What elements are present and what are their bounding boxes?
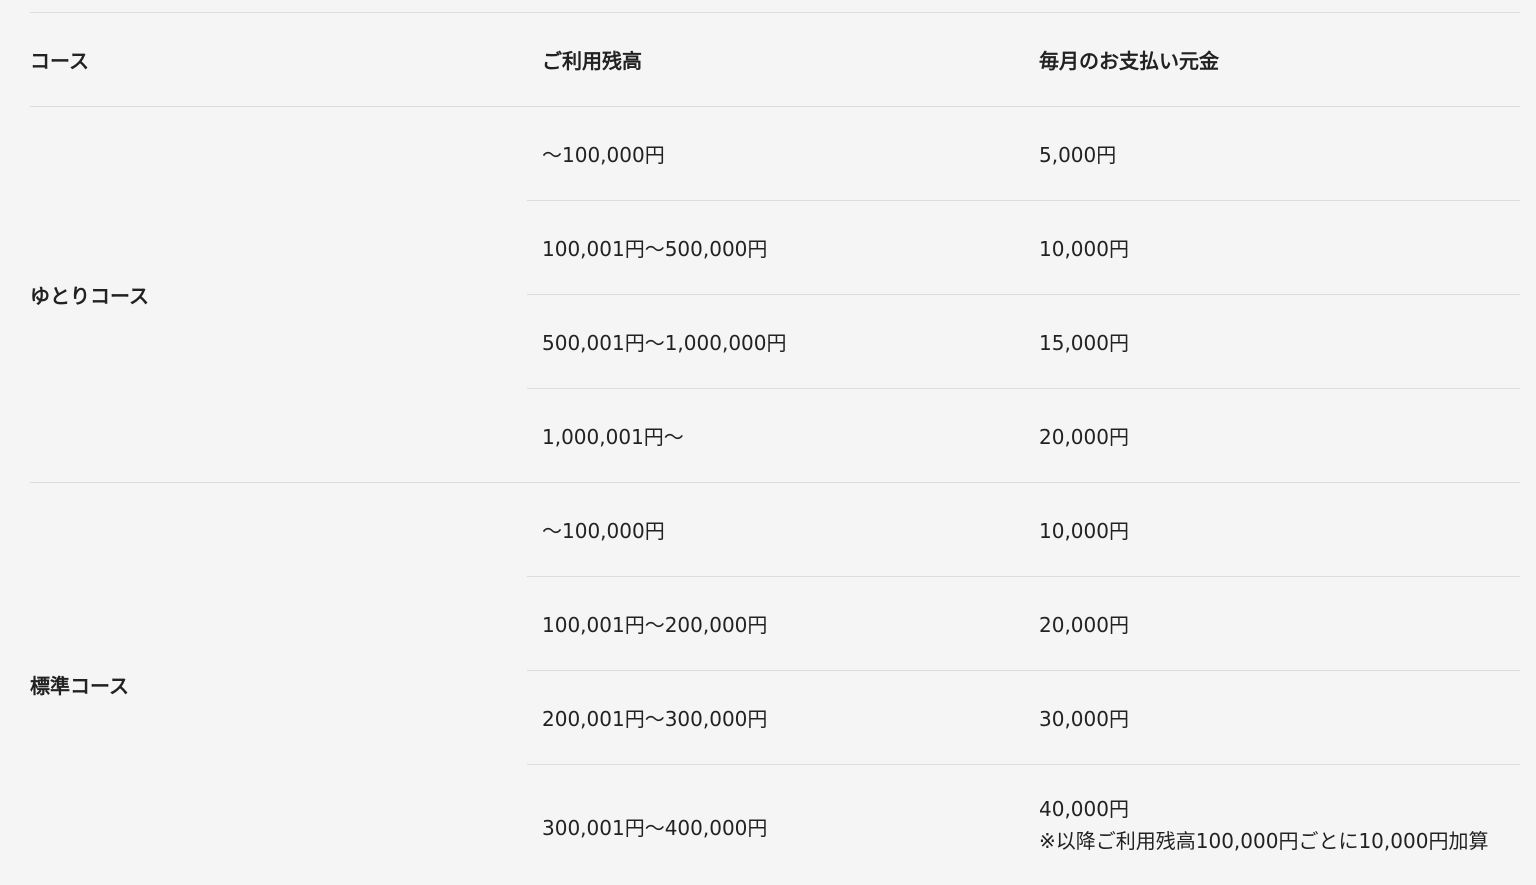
course-name-yutori: ゆとりコース xyxy=(30,107,527,483)
payment-cell: 15,000円 xyxy=(1024,295,1520,389)
table-header-row: コース ご利用残高 毎月のお支払い元金 xyxy=(30,13,1520,107)
balance-cell: 100,001円～200,000円 xyxy=(527,577,1024,671)
header-course: コース xyxy=(30,13,527,107)
payment-cell: 30,000円 xyxy=(1024,671,1520,765)
payment-cell: 40,000円 ※以降ご利用残高100,000円ごとに10,000円加算 xyxy=(1024,765,1520,885)
balance-cell: ～100,000円 xyxy=(527,107,1024,201)
balance-cell: 500,001円～1,000,000円 xyxy=(527,295,1024,389)
payment-cell: 5,000円 xyxy=(1024,107,1520,201)
balance-cell: ～100,000円 xyxy=(527,483,1024,577)
payment-cell: 20,000円 xyxy=(1024,577,1520,671)
payment-amount: 40,000円 xyxy=(1039,793,1520,825)
payment-table: コース ご利用残高 毎月のお支払い元金 ゆとりコース ～100,000円 5,0… xyxy=(30,12,1520,885)
table-row: 標準コース ～100,000円 10,000円 xyxy=(30,483,1520,577)
payment-cell: 10,000円 xyxy=(1024,483,1520,577)
balance-cell: 100,001円～500,000円 xyxy=(527,201,1024,295)
payment-cell: 10,000円 xyxy=(1024,201,1520,295)
balance-cell: 200,001円～300,000円 xyxy=(527,671,1024,765)
course-name-standard: 標準コース xyxy=(30,483,527,885)
table-row: ゆとりコース ～100,000円 5,000円 xyxy=(30,107,1520,201)
payment-note: ※以降ご利用残高100,000円ごとに10,000円加算 xyxy=(1039,825,1520,857)
balance-cell: 1,000,001円～ xyxy=(527,389,1024,483)
header-balance: ご利用残高 xyxy=(527,13,1024,107)
header-payment: 毎月のお支払い元金 xyxy=(1024,13,1520,107)
payment-cell: 20,000円 xyxy=(1024,389,1520,483)
payment-table-wrapper: コース ご利用残高 毎月のお支払い元金 ゆとりコース ～100,000円 5,0… xyxy=(30,12,1520,885)
balance-cell: 300,001円～400,000円 xyxy=(527,765,1024,885)
